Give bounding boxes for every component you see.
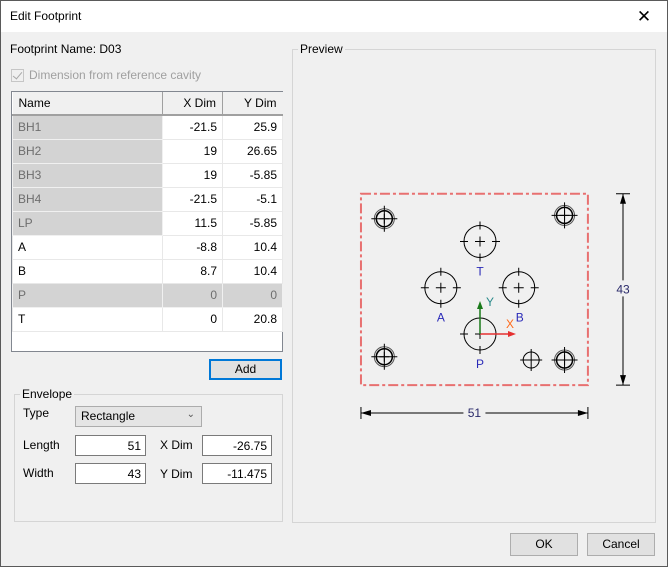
table-row[interactable]: BH3 19 -5.85: [12, 162, 283, 188]
title-bar: Edit Footprint ✕: [1, 1, 667, 32]
chevron-down-icon: ⌄: [186, 409, 195, 420]
cancel-button[interactable]: Cancel: [587, 533, 655, 556]
grid-header-row: Name X Dim Y Dim: [12, 92, 283, 116]
close-button[interactable]: ✕: [621, 1, 667, 32]
dialog-title: Edit Footprint: [10, 9, 82, 23]
bolt-hole-bh2-center: [559, 210, 570, 221]
bolt-hole-bh3-center: [559, 355, 570, 366]
cell-x-dim[interactable]: 19: [162, 162, 223, 188]
width-dimension-arrow-top: [620, 193, 626, 204]
locating-pin-cross: [520, 349, 543, 372]
table-row[interactable]: B 8.7 10.4: [12, 258, 283, 284]
checkbox-label: Dimension from reference cavity: [29, 68, 202, 82]
dimension-from-reference-checkbox[interactable]: Dimension from reference cavity: [11, 68, 201, 82]
y-dim-label: Y Dim: [160, 467, 193, 481]
table-row[interactable]: T 0 20.8: [12, 306, 283, 332]
table-row[interactable]: BH2 19 26.65: [12, 138, 283, 164]
footprint-grid: Name X Dim Y Dim BH1 -21.5 25.9 BH2 19 26.65 B…: [11, 91, 283, 352]
length-dimension-label: 51: [468, 406, 482, 420]
width-dimension-arrow-bottom: [620, 375, 626, 386]
cell-x-dim[interactable]: 0: [162, 306, 223, 332]
port-a-centerlines: [420, 267, 461, 308]
table-row[interactable]: BH4 -21.5 -5.1: [12, 186, 283, 212]
length-dimension-arrow-left: [360, 410, 371, 416]
type-label: Type: [23, 406, 50, 420]
cell-name[interactable]: LP: [12, 210, 163, 236]
cell-name[interactable]: T: [12, 306, 163, 332]
x-dim-label: X Dim: [160, 438, 193, 452]
port-label-t: T: [476, 264, 484, 278]
x-axis-arrow-icon: [508, 331, 516, 337]
close-icon: ✕: [636, 6, 652, 26]
cell-name[interactable]: BH3: [12, 162, 163, 188]
table-row[interactable]: P00: [12, 282, 283, 308]
bolt-hole-bh1-center: [379, 213, 390, 224]
bolt-hole-bh4-center: [379, 351, 390, 362]
envelope-type-select[interactable]: Rectangle ⌄: [75, 406, 202, 427]
cell-y-dim[interactable]: 0: [222, 282, 283, 308]
y-axis-arrow-icon: [477, 301, 483, 309]
cell-name[interactable]: A: [12, 234, 163, 260]
x-dim-input[interactable]: -26.75: [202, 435, 272, 456]
ok-button[interactable]: OK: [510, 533, 578, 556]
cell-name[interactable]: BH2: [12, 138, 163, 164]
y-dim-input[interactable]: -11.475: [202, 463, 272, 484]
column-header-name[interactable]: Name: [12, 92, 163, 116]
cell-y-dim[interactable]: -5.85: [222, 162, 283, 188]
port-label-a: A: [437, 311, 445, 325]
cell-y-dim[interactable]: 10.4: [222, 234, 283, 260]
cell-name[interactable]: B: [12, 258, 163, 284]
cell-x-dim[interactable]: 19: [162, 138, 223, 164]
port-b-centerlines: [498, 267, 539, 308]
add-button[interactable]: Add: [209, 359, 282, 380]
preview-drawing: T A B P XY 43 51: [359, 192, 633, 421]
y-axis-label: Y: [486, 295, 494, 309]
cell-name[interactable]: BH4: [12, 186, 163, 212]
envelope-type-value: Rectangle: [81, 409, 136, 423]
cell-name[interactable]: BH1: [12, 114, 163, 140]
cell-y-dim[interactable]: -5.1: [222, 186, 283, 212]
port-t-centerlines: [460, 221, 500, 262]
width-input[interactable]: 43: [75, 463, 146, 484]
cell-y-dim[interactable]: 10.4: [222, 258, 283, 284]
cell-x-dim[interactable]: -21.5: [162, 186, 223, 212]
cell-x-dim[interactable]: -8.8: [162, 234, 223, 260]
envelope-legend: Envelope: [20, 387, 75, 401]
table-row[interactable]: A -8.8 10.4: [12, 234, 283, 260]
cell-y-dim[interactable]: -5.85: [222, 210, 283, 236]
cell-name[interactable]: P: [12, 282, 163, 308]
cell-y-dim[interactable]: 25.9: [222, 114, 283, 140]
x-axis-label: X: [506, 317, 514, 331]
table-row[interactable]: BH1 -21.5 25.9: [12, 114, 283, 140]
cell-x-dim[interactable]: 8.7: [162, 258, 223, 284]
footprint-name-label: Footprint Name: D03: [10, 42, 122, 56]
cell-x-dim[interactable]: 11.5: [162, 210, 223, 236]
width-label: Width: [23, 466, 54, 480]
cell-x-dim[interactable]: 0: [162, 282, 223, 308]
length-input[interactable]: 51: [75, 435, 146, 456]
length-label: Length: [23, 438, 60, 452]
table-row[interactable]: LP 11.5 -5.85: [12, 210, 283, 236]
port-label-b: B: [516, 311, 524, 325]
port-label-p: P: [476, 357, 484, 371]
column-header-x-dim[interactable]: X Dim: [162, 92, 223, 116]
length-dimension-arrow-right: [577, 410, 588, 416]
width-dimension-label: 43: [616, 282, 630, 296]
cell-y-dim[interactable]: 20.8: [222, 306, 283, 332]
column-header-y-dim[interactable]: Y Dim: [222, 92, 283, 116]
cell-x-dim[interactable]: -21.5: [162, 114, 223, 140]
cell-y-dim[interactable]: 26.65: [222, 138, 283, 164]
checkbox-checked-icon: [11, 68, 24, 82]
